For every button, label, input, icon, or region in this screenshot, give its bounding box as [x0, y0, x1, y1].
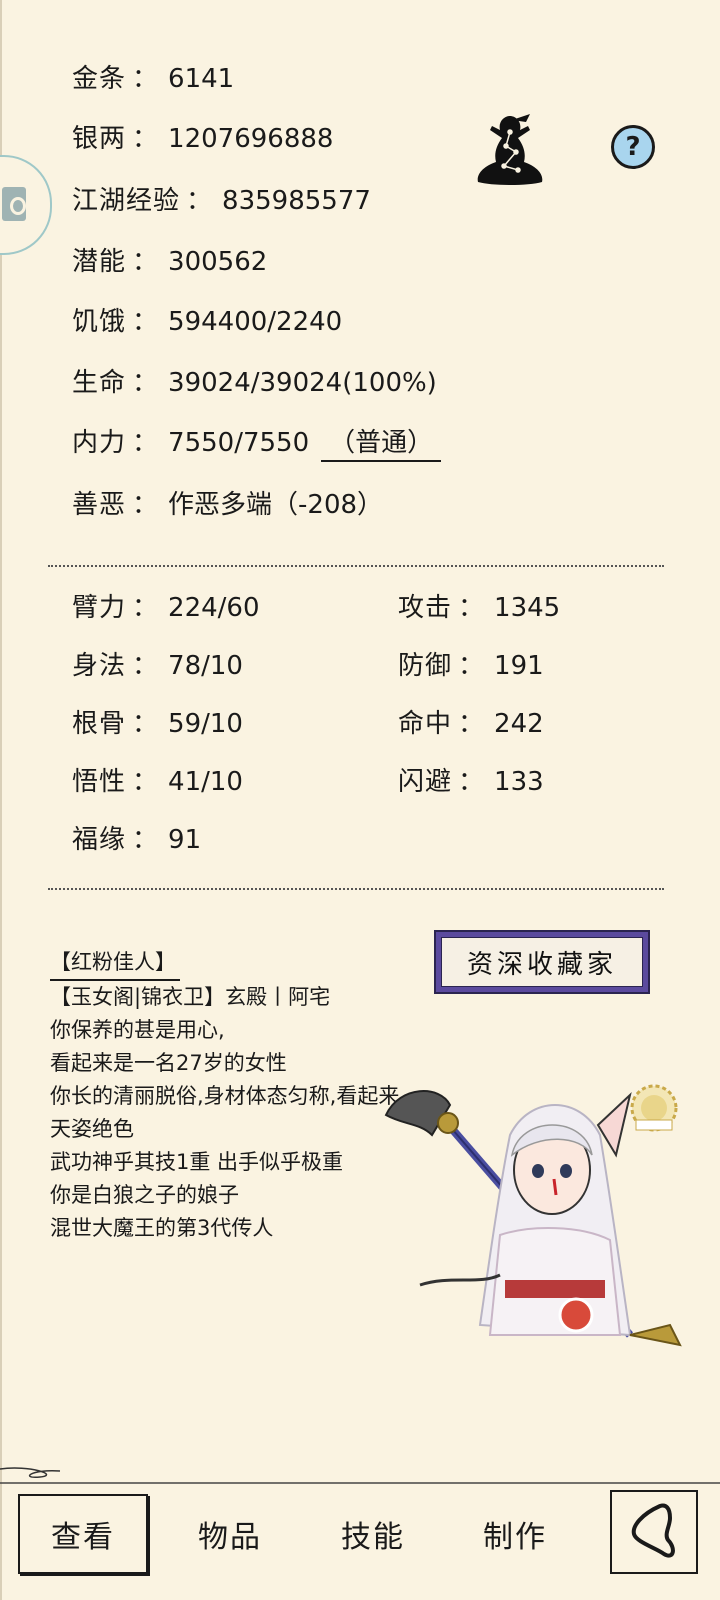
stat-silver-label: 银两 [72, 124, 127, 154]
combat-accuracy: 命中： 242 [398, 707, 544, 741]
combat-defense-label: 防御 [398, 651, 453, 681]
attr-constitution-label: 根骨 [72, 709, 127, 739]
stat-morality-label: 善恶 [72, 490, 127, 520]
side-app-icon [2, 187, 26, 221]
colon: ： [132, 825, 159, 855]
colon: ： [458, 651, 485, 681]
character-portrait [384, 1090, 682, 1347]
tab-view[interactable]: 查看 [18, 1494, 148, 1574]
attr-insight-value: 41/10 [168, 767, 243, 797]
colon: ： [132, 428, 159, 458]
description-line: 你是白狼之子的娘子 [50, 1183, 239, 1207]
stat-gold-label: 金条 [72, 64, 127, 94]
tab-skills[interactable]: 技能 [308, 1494, 438, 1574]
side-floating-button[interactable] [0, 155, 52, 255]
attr-luck-value: 91 [168, 825, 202, 855]
stat-exp-value: 835985577 [222, 186, 371, 216]
bottom-nav: 查看 物品 技能 制作 [0, 1490, 720, 1580]
combat-attack-label: 攻击 [398, 593, 453, 623]
attr-constitution: 根骨： 59/10 [72, 707, 243, 741]
colon: ： [132, 593, 159, 623]
stat-hunger-label: 饥饿 [72, 307, 127, 337]
stat-silver-value: 1207696888 [168, 124, 334, 154]
character-description: 【红粉佳人】 【玉女阁|锦衣卫】玄殿丨阿宅 你保养的甚是用心, 看起来是一名27… [50, 946, 410, 1245]
combat-dodge-label: 闪避 [398, 767, 453, 797]
combat-dodge-value: 133 [494, 767, 544, 797]
stat-morality: 善恶： 作恶多端（-208） [72, 488, 383, 522]
bottom-separator [0, 1467, 720, 1484]
attr-insight-label: 悟性 [72, 767, 127, 797]
attr-agility: 身法： 78/10 [72, 649, 243, 683]
tab-items[interactable]: 物品 [165, 1494, 295, 1574]
attr-strength: 臂力： 224/60 [72, 591, 260, 625]
stat-gold-value: 6141 [168, 64, 235, 94]
colon: ： [132, 247, 159, 277]
back-icon [631, 1503, 675, 1558]
combat-attack-value: 1345 [494, 593, 561, 623]
stat-potential: 潜能： 300562 [72, 245, 267, 279]
colon: ： [458, 767, 485, 797]
stat-life: 生命： 39024/39024(100%) [72, 366, 437, 400]
back-button[interactable] [610, 1490, 698, 1574]
character-title-link[interactable]: 【红粉佳人】 [50, 946, 180, 981]
collector-title-badge[interactable]: 资深收藏家 [434, 930, 650, 994]
attr-constitution-value: 59/10 [168, 709, 243, 739]
attr-agility-value: 78/10 [168, 651, 243, 681]
attr-insight: 悟性： 41/10 [72, 765, 243, 799]
stat-silver: 银两： 1207696888 [72, 122, 333, 156]
title-badge-text: 资深收藏家 [441, 937, 643, 987]
combat-accuracy-value: 242 [494, 709, 544, 739]
stat-exp-label: 江湖经验 [72, 186, 181, 216]
meditation-avatar-icon[interactable] [470, 112, 550, 190]
colon: ： [132, 368, 159, 398]
attr-luck: 福缘： 91 [72, 823, 201, 857]
colon: ： [132, 64, 159, 94]
colon: ： [132, 124, 159, 154]
description-line: 混世大魔王的第3代传人 [50, 1216, 274, 1240]
attr-luck-label: 福缘 [72, 825, 127, 855]
colon: ： [132, 307, 159, 337]
colon: ： [458, 709, 485, 739]
combat-defense-value: 191 [494, 651, 544, 681]
stat-gold: 金条： 6141 [72, 62, 234, 96]
description-line: 你长的清丽脱俗,身材体态匀称,看起来天姿绝色 [50, 1084, 400, 1141]
description-line: 你保养的甚是用心, [50, 1018, 225, 1042]
attr-agility-label: 身法 [72, 651, 127, 681]
combat-accuracy-label: 命中 [398, 709, 453, 739]
divider [48, 565, 664, 567]
combat-defense: 防御： 191 [398, 649, 544, 683]
stat-internal-label: 内力 [72, 428, 127, 458]
stat-internal-value: 7550/7550 [168, 428, 310, 458]
description-line: 看起来是一名27岁的女性 [50, 1051, 287, 1075]
combat-dodge: 闪避： 133 [398, 765, 544, 799]
stat-morality-value: 作恶多端（-208） [168, 490, 384, 520]
description-line: 武功神乎其技1重 出手似乎极重 [50, 1150, 344, 1174]
stat-hunger: 饥饿： 594400/2240 [72, 305, 342, 339]
attr-strength-value: 224/60 [168, 593, 260, 623]
description-line: 【玉女阁|锦衣卫】玄殿丨阿宅 [50, 985, 331, 1009]
divider [48, 888, 664, 890]
colon: ： [186, 186, 213, 216]
attr-strength-label: 臂力 [72, 593, 127, 623]
colon: ： [132, 651, 159, 681]
internal-mode-toggle[interactable]: （普通） [321, 428, 442, 462]
tab-crafting[interactable]: 制作 [450, 1494, 580, 1574]
colon: ： [132, 709, 159, 739]
stat-exp: 江湖经验： 835985577 [72, 184, 371, 218]
help-icon[interactable]: ? [611, 125, 655, 169]
stat-life-value: 39024/39024(100%) [168, 368, 437, 398]
combat-attack: 攻击： 1345 [398, 591, 560, 625]
stat-potential-value: 300562 [168, 247, 268, 277]
stat-hunger-value: 594400/2240 [168, 307, 343, 337]
colon: ： [458, 593, 485, 623]
stat-life-label: 生命 [72, 368, 127, 398]
stat-potential-label: 潜能 [72, 247, 127, 277]
colon: ： [132, 767, 159, 797]
colon: ： [132, 490, 159, 520]
stat-internal: 内力： 7550/7550 （普通） [72, 426, 442, 462]
